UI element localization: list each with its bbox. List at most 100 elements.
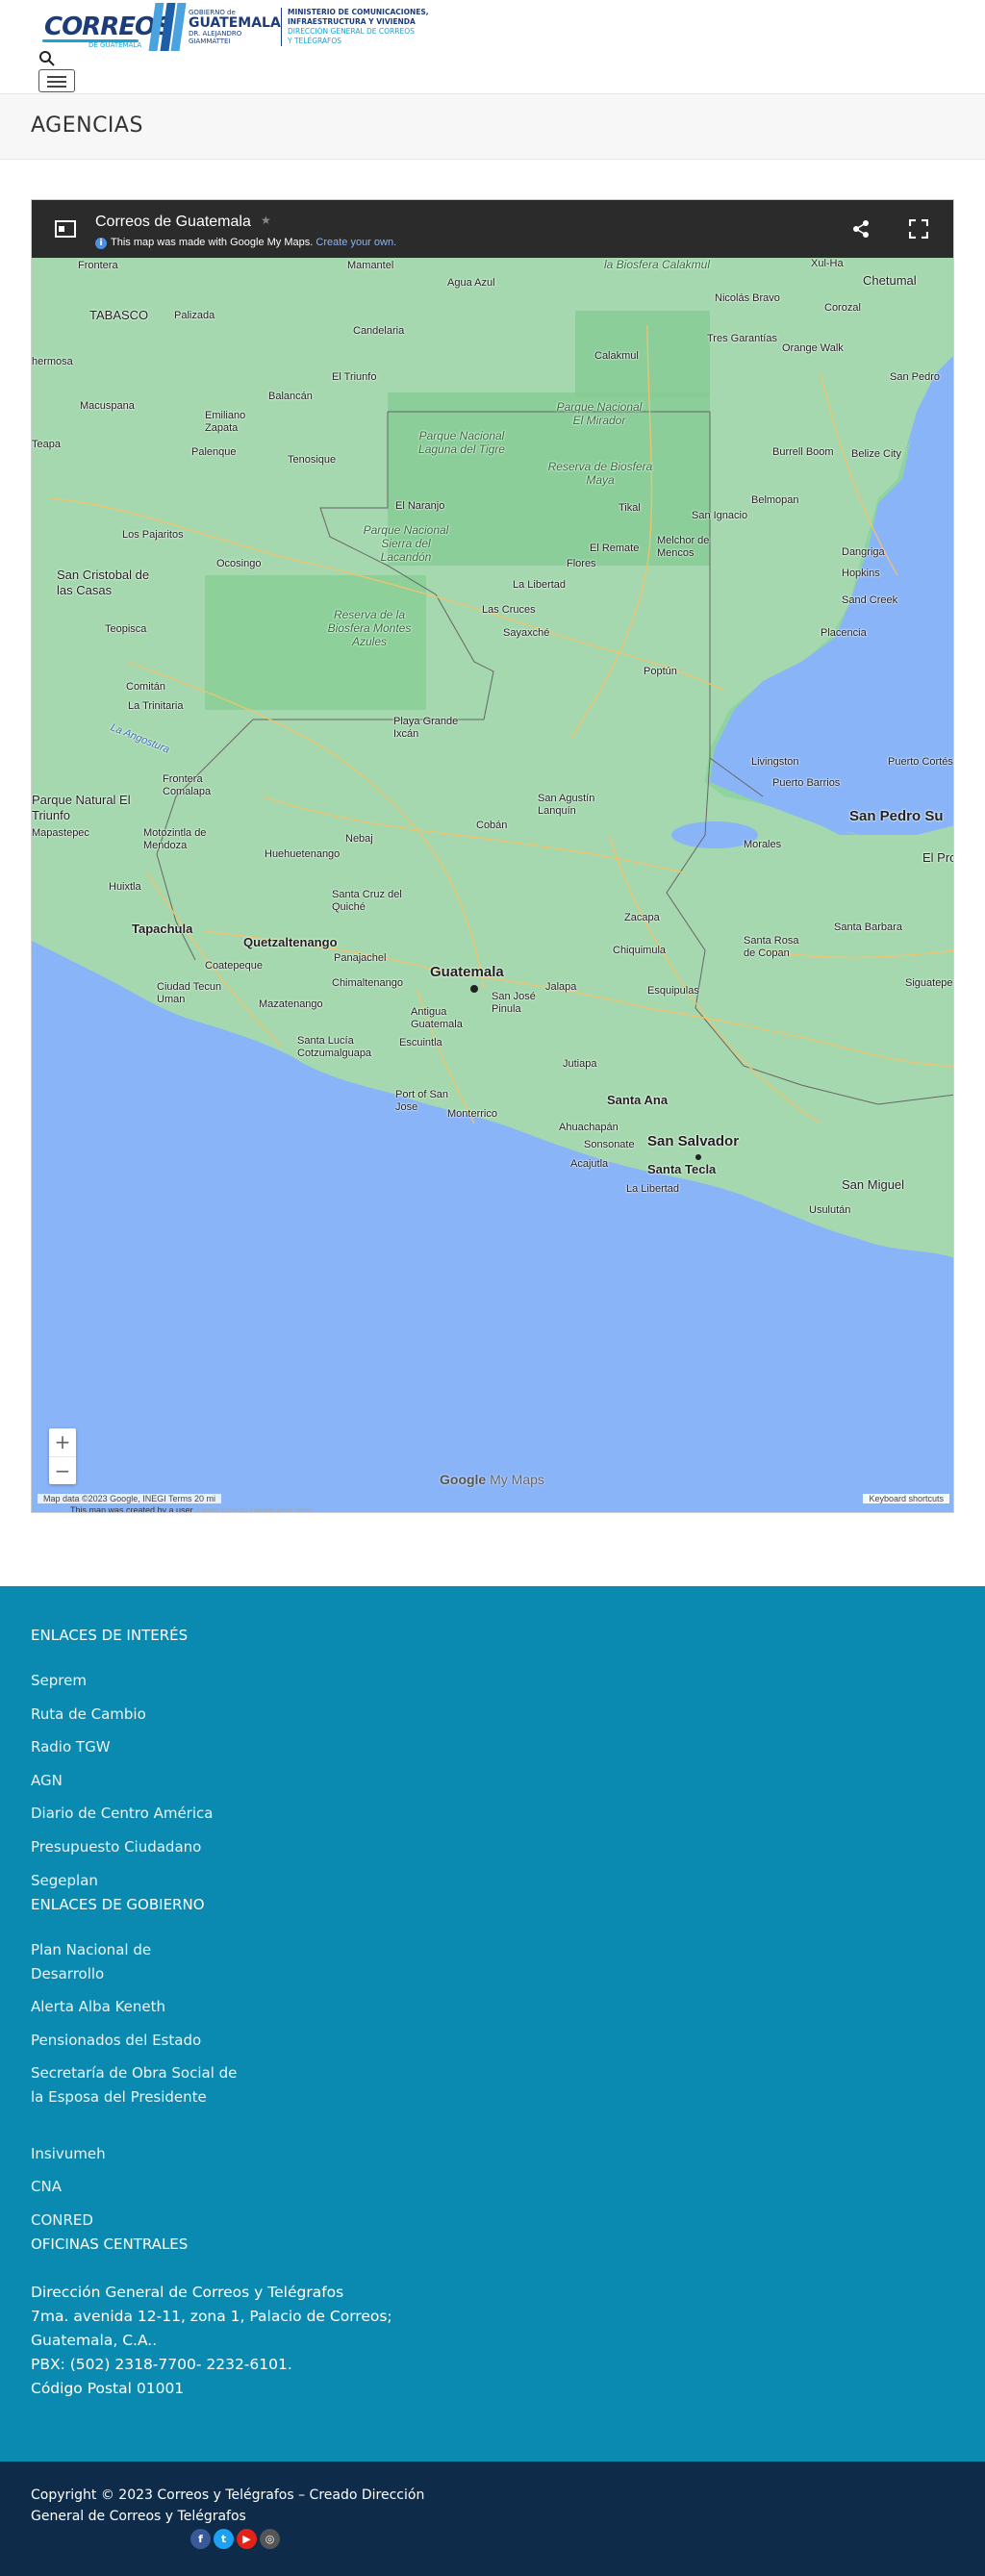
zoom-out-button[interactable]: − (49, 1456, 76, 1484)
map-label: Parque Nacional Sierra del Lacandón (363, 523, 449, 564)
site-footer: ENLACES DE INTERÉS Seprem Ruta de Cambio… (0, 1586, 985, 2462)
map-label: Mamantel (347, 260, 394, 271)
social-links: f t ▶ ◎ (190, 2529, 280, 2549)
footer-link-plan-nacional[interactable]: Plan Nacional de Desarrollo (31, 1938, 194, 1986)
map-attribution[interactable]: Map data ©2023 Google, INEGI Terms 20 mi (38, 1494, 222, 1503)
map-label: Nebaj (345, 833, 373, 845)
footer-link-radio-tgw[interactable]: Radio TGW (31, 1735, 262, 1759)
map-label: Reserva de la Biosfera Montes Azules (327, 608, 412, 648)
map-label: Tapachula (132, 922, 193, 936)
footer-link-diario[interactable]: Diario de Centro América (31, 1802, 262, 1826)
map-label: San Cristobal de las Casas (57, 568, 150, 597)
map-label: Balancán (268, 391, 313, 402)
map-label: Chimaltenango (332, 977, 403, 989)
office-address: 7ma. avenida 12-11, zona 1, Palacio de C… (31, 2308, 392, 2349)
footer-link-pensionados[interactable]: Pensionados del Estado (31, 2029, 262, 2053)
office-postal-code: Código Postal 01001 (31, 2380, 185, 2397)
map-label: Hopkins (842, 568, 880, 579)
fullscreen-icon[interactable] (908, 218, 929, 240)
footer-link-alerta-alba[interactable]: Alerta Alba Keneth (31, 1995, 262, 2019)
map-label: Comitán (126, 681, 165, 693)
footer-link-cna[interactable]: CNA (31, 2175, 262, 2199)
map-label: Esquipulas (647, 985, 699, 997)
footer-link-conred[interactable]: CONRED (31, 2209, 262, 2233)
logo-subtext: DE GUATEMALA (88, 41, 142, 49)
footer-link-secretaria[interactable]: Secretaría de Obra Social de la Esposa d… (31, 2061, 242, 2109)
map-label: Belize City (851, 448, 901, 460)
map-label: Teopisca (105, 623, 147, 635)
my-maps-text: My Maps (490, 1472, 544, 1487)
logo-group[interactable]: CORREOS DE GUATEMALA GOBIERNO de GUATEMA… (42, 2, 432, 52)
site-header: CORREOS DE GUATEMALA GOBIERNO de GUATEMA… (0, 0, 985, 94)
map-label: San Miguel (842, 1177, 905, 1192)
office-phone: PBX: (502) 2318-7700- 2232-6101. (31, 2356, 292, 2373)
map-label: El Prog (922, 850, 953, 865)
map-label: Siguatepe (905, 977, 953, 989)
map-label: La Libertad (626, 1183, 680, 1195)
map-label: Santa Rosa de Copan (744, 935, 799, 959)
page-title-band: AGENCIAS (0, 94, 985, 160)
search-icon[interactable] (38, 50, 56, 67)
map-legend-icon[interactable] (55, 219, 76, 239)
logo-divider (281, 8, 282, 46)
map-label: San Pedro Su (849, 808, 944, 824)
map-label: Emiliano Zapata (205, 410, 246, 434)
map-label: Reserva de Biosfera Maya (547, 460, 653, 487)
menu-bar (47, 76, 66, 78)
map-header-bar: Correos de Guatemala ★ i This map was mad… (32, 200, 953, 258)
youtube-icon[interactable]: ▶ (237, 2529, 257, 2549)
ministry-text: MINISTERIO DE COMUNICACIONES, INFRAESTRU… (288, 8, 432, 46)
copyright-bar: Copyright © 2023 Correos y Telégrafos – … (0, 2462, 985, 2576)
map-label: Palizada (174, 310, 215, 321)
map-label: Parque Nacional El Mirador (556, 400, 643, 427)
map-label: San Agustín Lanquín (538, 793, 595, 817)
map-label: Huixtla (109, 881, 141, 893)
footer-link-agn[interactable]: AGN (31, 1769, 262, 1793)
ministry-line3: DIRECCIÓN GENERAL DE CORREOS (288, 27, 415, 36)
map-canvas[interactable]: Frontera Mamantel Agua Azul la Biosfera … (32, 258, 953, 1512)
zoom-in-button[interactable]: + (49, 1428, 76, 1456)
map-label: hermosa (32, 356, 73, 367)
map-label: Sonsonate (584, 1139, 635, 1150)
star-icon[interactable]: ★ (261, 214, 271, 227)
learn-more-link[interactable]: Learn how to create your own. (197, 1505, 314, 1512)
footer-link-insivumeh[interactable]: Insivumeh (31, 2142, 262, 2166)
page-title: AGENCIAS (31, 114, 143, 138)
map-label: Santa Tecla (647, 1162, 717, 1176)
map-label: Placencia (821, 627, 867, 639)
twitter-icon[interactable]: t (214, 2529, 234, 2549)
map-label: Sand Creek (842, 594, 898, 606)
map-title: Correos de Guatemala (95, 214, 251, 230)
hamburger-menu-button[interactable] (38, 69, 75, 92)
footer-link-seprem[interactable]: Seprem (31, 1669, 262, 1693)
share-icon[interactable] (851, 219, 871, 239)
keyboard-shortcuts-link[interactable]: Keyboard shortcuts (863, 1494, 949, 1503)
map-label: Las Cruces (482, 604, 536, 616)
map-label: Quetzaltenango (243, 935, 338, 949)
google-logo-text: Google (440, 1472, 487, 1487)
map-label: Parque Nacional Laguna del Tigre (418, 429, 505, 456)
facebook-icon[interactable]: f (190, 2529, 211, 2549)
map-label: El Remate (590, 543, 640, 554)
map-label: Nicolás Bravo (715, 292, 780, 304)
footer-link-segeplan[interactable]: Segeplan (31, 1869, 262, 1893)
map-label: Xul-Ha (811, 258, 844, 269)
map-label: Zacapa (624, 912, 660, 923)
map-label: Sayaxché (503, 627, 550, 639)
correos-logo[interactable]: CORREOS DE GUATEMALA (42, 7, 173, 49)
gov-line2: GUATEMALA (189, 15, 281, 31)
create-your-own-link[interactable]: Create your own. (316, 237, 396, 248)
government-logo: GOBIERNO de GUATEMALA DR. ALEJANDRO GIAM… (148, 3, 432, 51)
footer-link-presupuesto[interactable]: Presupuesto Ciudadano (31, 1835, 262, 1859)
footer-link-ruta-cambio[interactable]: Ruta de Cambio (31, 1703, 262, 1727)
office-address-block: Dirección General de Correos y Telégrafo… (31, 2281, 454, 2401)
map-label: Tenosique (288, 454, 337, 466)
enlaces-interes-heading: ENLACES DE INTERÉS (31, 1627, 189, 1644)
instagram-icon[interactable]: ◎ (260, 2529, 280, 2549)
map-label: Santa Lucía Cotzumalguapa (297, 1035, 372, 1059)
map-label: Frontera (78, 260, 118, 271)
map-created-text: This map was created by a user. (70, 1505, 195, 1513)
map-footer: Map data ©2023 Google, INEGI Terms 20 mi… (32, 1493, 953, 1506)
embedded-map[interactable]: Correos de Guatemala ★ i This map was mad… (31, 199, 954, 1513)
map-label: Huehuetenango (265, 848, 341, 860)
